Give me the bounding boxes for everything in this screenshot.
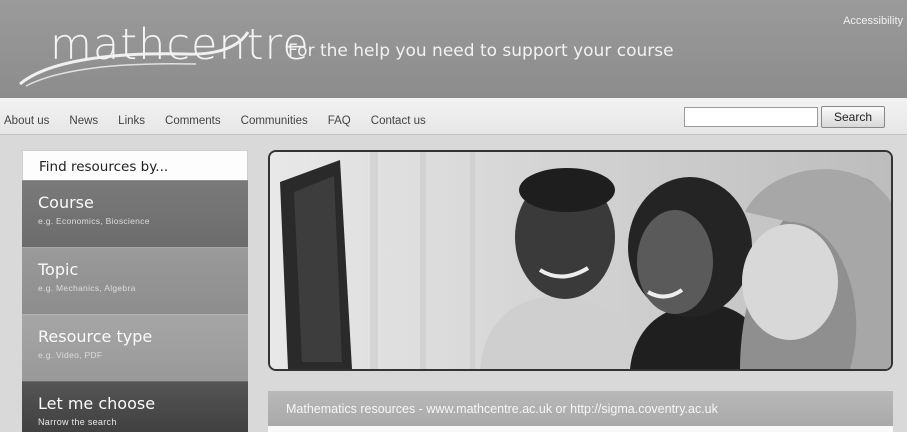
finder-item-resource-type[interactable]: Resource type e.g. Video, PDF xyxy=(22,314,248,381)
finder-title: Find resources by... xyxy=(22,150,248,180)
nav-news[interactable]: News xyxy=(69,115,98,127)
nav-comments[interactable]: Comments xyxy=(165,115,221,127)
finder-item-subtitle: e.g. Economics, Bioscience xyxy=(38,216,150,226)
nav-about-us[interactable]: About us xyxy=(4,115,49,127)
nav-links[interactable]: Links xyxy=(118,115,145,127)
finder-item-subtitle: e.g. Mechanics, Algebra xyxy=(38,283,136,293)
resources-panel xyxy=(268,426,893,432)
students-photo-image xyxy=(270,152,891,369)
nav-faq[interactable]: FAQ xyxy=(328,115,351,127)
mathcentre-logo[interactable]: mathcentre xyxy=(16,12,309,92)
search-button[interactable]: Search xyxy=(821,106,885,128)
finder-item-title: Course xyxy=(38,193,94,212)
nav-communities[interactable]: Communities xyxy=(241,115,308,127)
main-nav: About us News Links Comments Communities… xyxy=(0,109,426,128)
logo-text: mathcentre xyxy=(50,20,310,70)
nav-contact-us[interactable]: Contact us xyxy=(371,115,426,127)
finder-item-title: Topic xyxy=(38,260,79,279)
finder-item-title: Let me choose xyxy=(38,394,156,413)
search-input[interactable] xyxy=(684,107,818,127)
finder-item-subtitle: e.g. Video, PDF xyxy=(38,350,103,360)
finder-item-subtitle: Narrow the search xyxy=(38,417,117,427)
finder-item-topic[interactable]: Topic e.g. Mechanics, Algebra xyxy=(22,247,248,314)
resources-header-bar: Mathematics resources - www.mathcentre.a… xyxy=(268,391,893,426)
accessibility-link[interactable]: Accessibility xyxy=(843,15,903,27)
site-tagline: For the help you need to support your co… xyxy=(288,41,674,61)
hero-photo xyxy=(268,150,893,371)
finder-item-title: Resource type xyxy=(38,327,153,346)
finder-item-course[interactable]: Course e.g. Economics, Bioscience xyxy=(22,180,248,247)
site-header: mathcentre For the help you need to supp… xyxy=(0,0,907,98)
resource-finder: Find resources by... Course e.g. Economi… xyxy=(22,150,248,432)
finder-item-let-me-choose[interactable]: Let me choose Narrow the search xyxy=(22,381,248,432)
